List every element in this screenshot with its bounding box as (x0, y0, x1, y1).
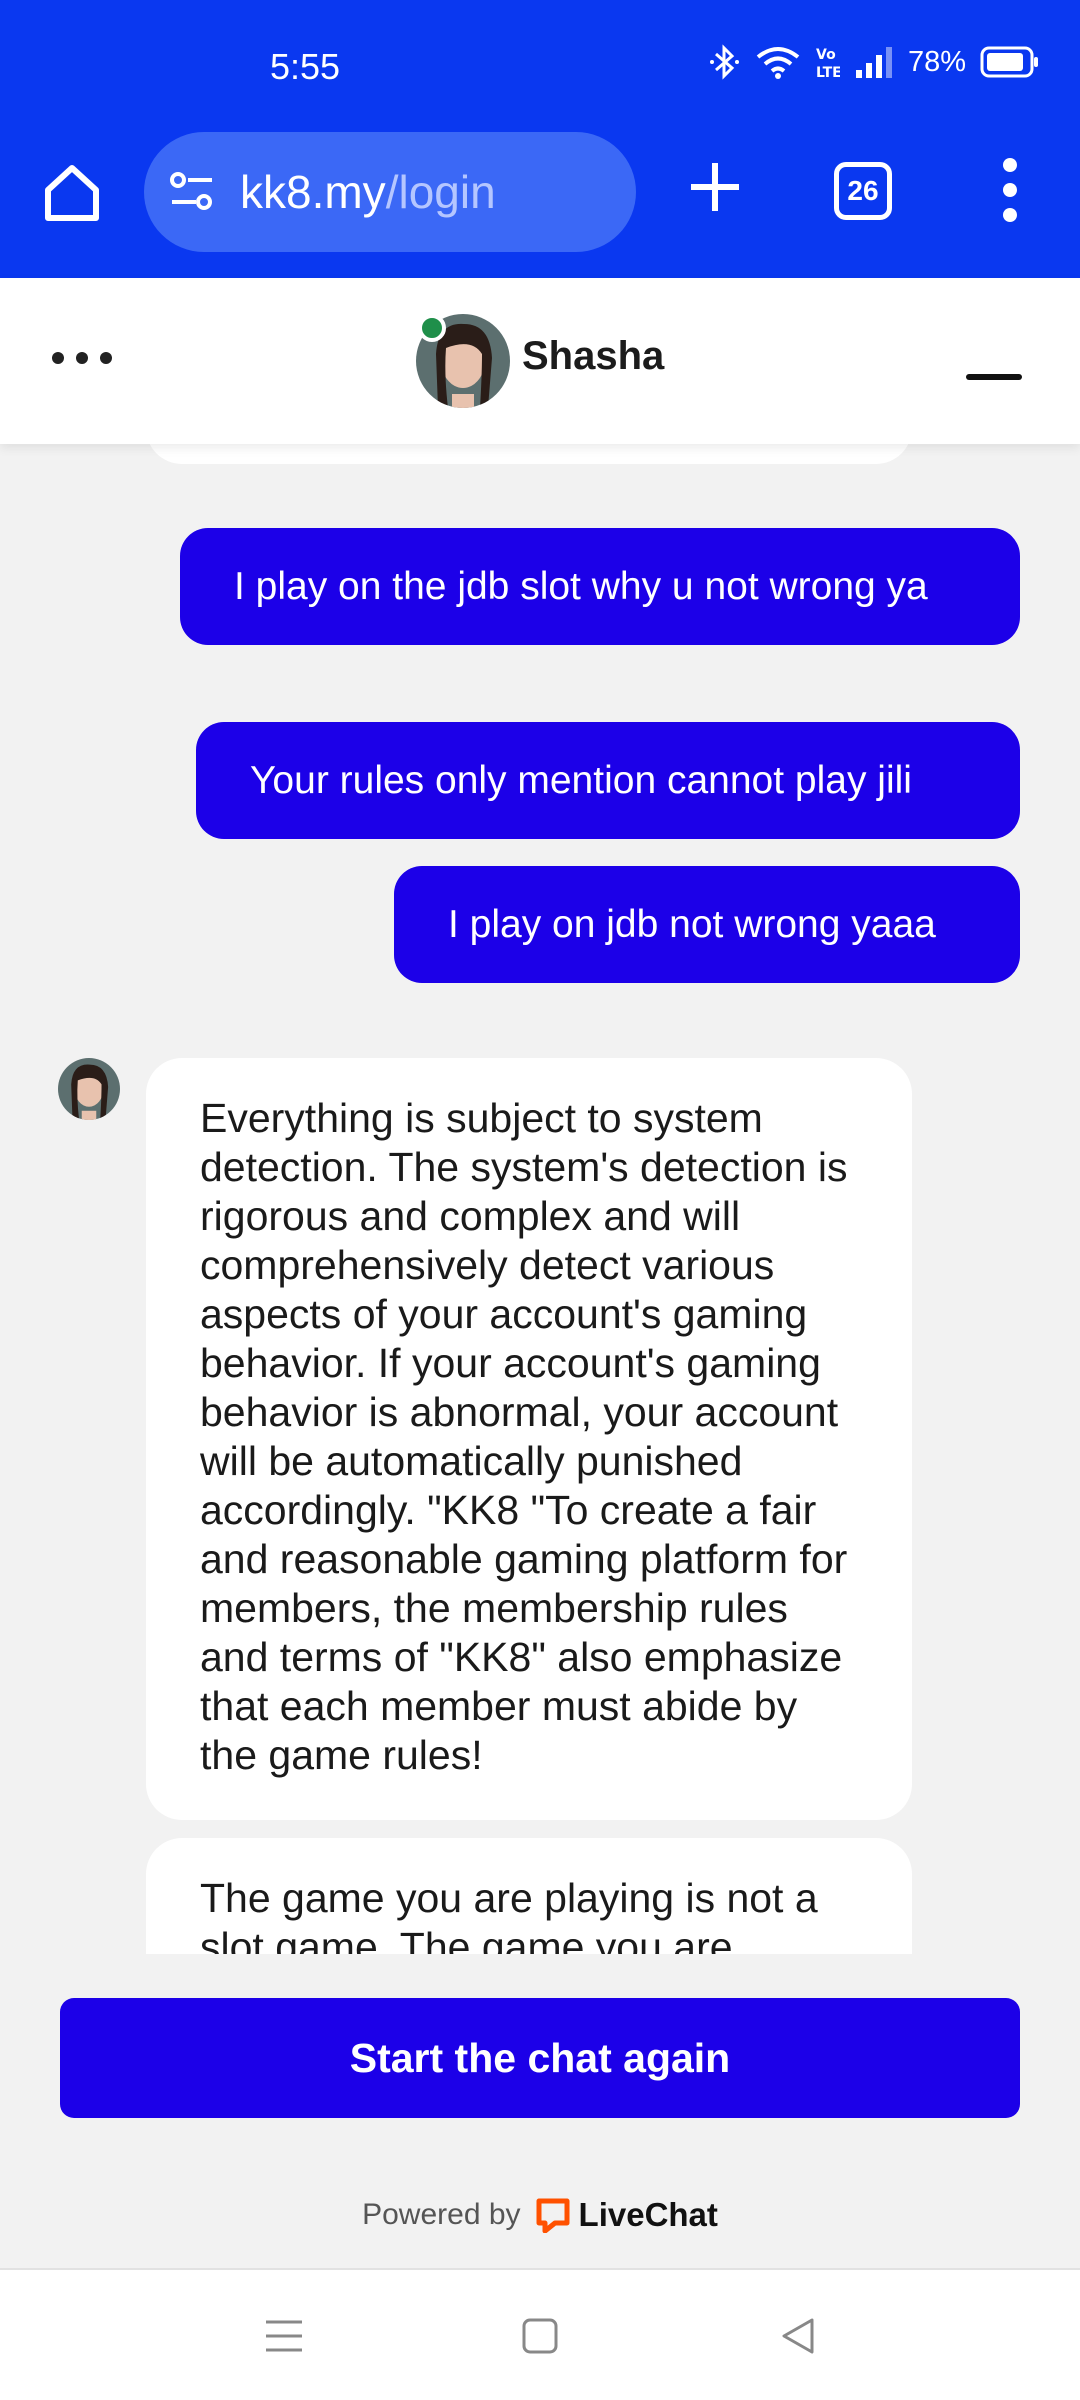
start-chat-again-button[interactable]: Start the chat again (60, 1998, 1020, 2118)
svg-text:Vo: Vo (816, 47, 836, 63)
incoming-message: Everything is subject to system detectio… (146, 1058, 912, 1820)
volte-icon: Vo LTE (814, 44, 840, 80)
home-icon (45, 165, 99, 221)
menu-icon (266, 2320, 302, 2352)
more-dot (52, 352, 64, 364)
browser-chrome: 5:55 Vo LTE 78% kk8.my/login 26 (0, 0, 1080, 278)
livechat-icon (536, 2198, 570, 2233)
menu-dot (1003, 158, 1017, 172)
agent-message-avatar (58, 1058, 120, 1120)
home-button[interactable] (36, 156, 108, 228)
url-bar[interactable]: kk8.my/login (144, 132, 636, 252)
home-nav-button[interactable] (518, 2314, 562, 2358)
online-status-dot (418, 314, 446, 342)
browser-toolbar: kk8.my/login 26 (0, 130, 1080, 260)
svg-text:LTE: LTE (816, 65, 840, 80)
signal-icon (854, 46, 894, 78)
powered-by-row: Powered by LiveChat (0, 2190, 1080, 2240)
more-dot (76, 352, 88, 364)
url-path: /login (385, 166, 496, 218)
status-time: 5:55 (270, 46, 341, 87)
outgoing-message: Your rules only mention cannot play jili (196, 722, 1020, 839)
livechat-logo[interactable]: LiveChat (535, 2196, 718, 2234)
more-options-button[interactable] (52, 352, 112, 364)
new-tab-button[interactable] (680, 152, 750, 222)
message-list[interactable]: I play on the jdb slot why u not wrong y… (0, 444, 1080, 1954)
status-bar: 5:55 Vo LTE 78% (0, 0, 1080, 130)
menu-dot (1003, 183, 1017, 197)
bluetooth-icon (708, 44, 742, 80)
outgoing-message: I play on jdb not wrong yaaa (394, 866, 1020, 983)
battery-icon (980, 46, 1040, 78)
outgoing-message: I play on the jdb slot why u not wrong y… (180, 528, 1020, 645)
status-icons: Vo LTE 78% (708, 44, 1040, 80)
agent-name: Shasha (522, 334, 665, 378)
url-domain: kk8.my (240, 166, 386, 218)
livechat-brand: LiveChat (578, 2196, 718, 2233)
wifi-icon (756, 45, 800, 79)
agent-avatar-wrapper (416, 314, 510, 408)
back-triangle-icon (782, 2318, 814, 2354)
system-nav-bar (0, 2268, 1080, 2400)
battery-percent: 78% (907, 45, 966, 78)
menu-dot (1003, 208, 1017, 222)
more-dot (100, 352, 112, 364)
home-square-icon (522, 2318, 558, 2354)
tab-switcher-button[interactable]: 26 (834, 162, 892, 220)
plus-icon (691, 163, 739, 211)
powered-by-label: Powered by (362, 2198, 521, 2231)
minimize-button[interactable] (966, 374, 1022, 380)
url-text: kk8.my/login (240, 165, 496, 219)
recents-button[interactable] (262, 2314, 306, 2358)
site-settings-icon (170, 172, 212, 210)
chat-header: Shasha (0, 278, 1080, 444)
browser-menu-button[interactable] (980, 152, 1040, 228)
back-nav-button[interactable] (776, 2314, 820, 2358)
incoming-message: The game you are playing is not a slot g… (146, 1838, 912, 1954)
previous-message-bubble (146, 444, 912, 464)
